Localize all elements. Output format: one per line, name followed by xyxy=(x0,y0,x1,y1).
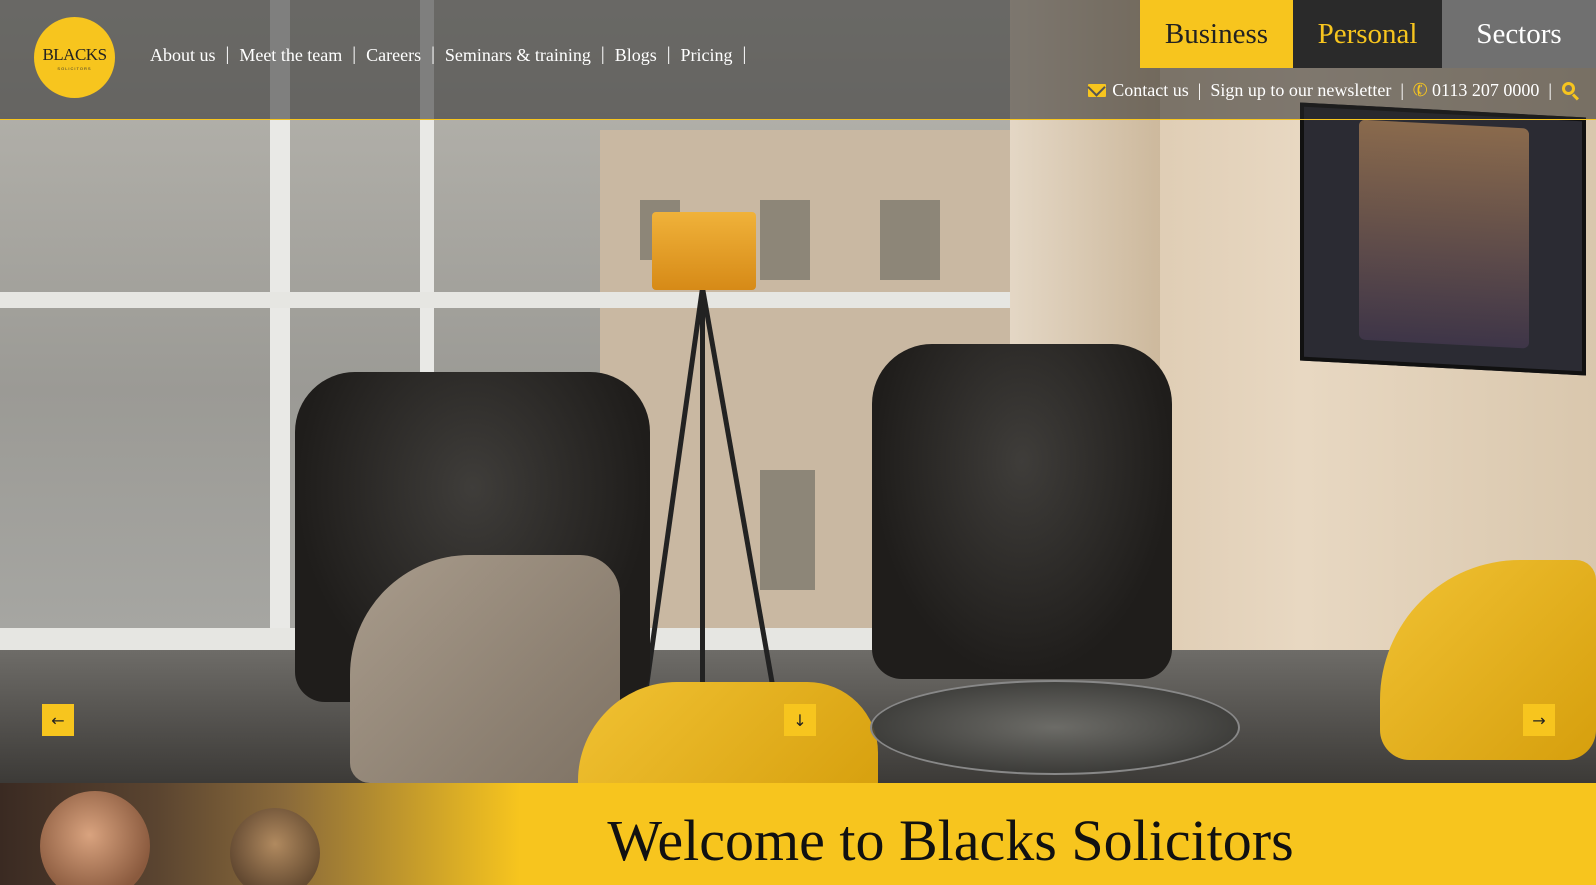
arrow-left-icon: ← xyxy=(51,710,65,730)
building-window xyxy=(760,470,815,590)
main-nav: About us | Meet the team | Careers | Sem… xyxy=(140,44,746,66)
coffee-table xyxy=(870,680,1240,775)
tab-personal[interactable]: Personal xyxy=(1293,0,1442,68)
phone-number: 0113 207 0000 xyxy=(1432,80,1540,100)
lamp-shade xyxy=(652,212,756,290)
arrow-down-icon: ↓ xyxy=(793,710,807,730)
scroll-down-button[interactable]: ↓ xyxy=(784,704,816,736)
site-header: BLACKS SOLICITORS About us | Meet the te… xyxy=(0,0,1596,120)
wall-tv xyxy=(1300,102,1586,376)
tab-sectors[interactable]: Sectors xyxy=(1442,0,1596,68)
grey-chair xyxy=(350,555,620,783)
contact-us-label: Contact us xyxy=(1112,80,1189,100)
building-window xyxy=(760,200,810,280)
search-icon[interactable] xyxy=(1562,81,1580,101)
slider-prev-button[interactable]: ← xyxy=(42,704,74,736)
welcome-banner: Welcome to Blacks Solicitors xyxy=(0,783,1596,885)
lamp-leg xyxy=(700,288,705,698)
nav-pricing[interactable]: Pricing xyxy=(671,45,743,66)
logo[interactable]: BLACKS SOLICITORS xyxy=(34,17,115,98)
nav-about-us[interactable]: About us xyxy=(140,45,226,66)
nav-careers[interactable]: Careers xyxy=(356,45,431,66)
logo-wordmark: BLACKS xyxy=(42,44,107,64)
slider-next-button[interactable]: → xyxy=(1523,704,1555,736)
contact-us-link[interactable]: Contact us xyxy=(1081,80,1196,101)
arrow-right-icon: → xyxy=(1532,710,1546,730)
utility-nav: Contact us | Sign up to our newsletter |… xyxy=(1081,78,1580,103)
leather-armchair xyxy=(872,344,1172,679)
window-frame xyxy=(0,292,1010,308)
building-window xyxy=(880,200,940,280)
logo-subtitle: SOLICITORS xyxy=(57,65,92,71)
nav-meet-the-team[interactable]: Meet the team xyxy=(229,45,352,66)
util-separator: | xyxy=(1197,80,1202,100)
welcome-title: Welcome to Blacks Solicitors xyxy=(607,808,1294,873)
phone-icon: ✆ xyxy=(1409,78,1431,103)
audience-tabs: Business Personal Sectors xyxy=(1140,0,1596,68)
util-separator: | xyxy=(1400,80,1404,100)
newsletter-link[interactable]: Sign up to our newsletter xyxy=(1203,80,1398,101)
phone-link[interactable]: ✆ 0113 207 0000 xyxy=(1406,78,1546,103)
nav-separator: | xyxy=(742,44,747,65)
tab-business[interactable]: Business xyxy=(1140,0,1293,68)
util-separator: | xyxy=(1548,80,1552,100)
nav-blogs[interactable]: Blogs xyxy=(605,45,667,66)
envelope-icon xyxy=(1088,84,1107,97)
nav-seminars-training[interactable]: Seminars & training xyxy=(435,45,601,66)
yellow-chair xyxy=(578,682,878,783)
